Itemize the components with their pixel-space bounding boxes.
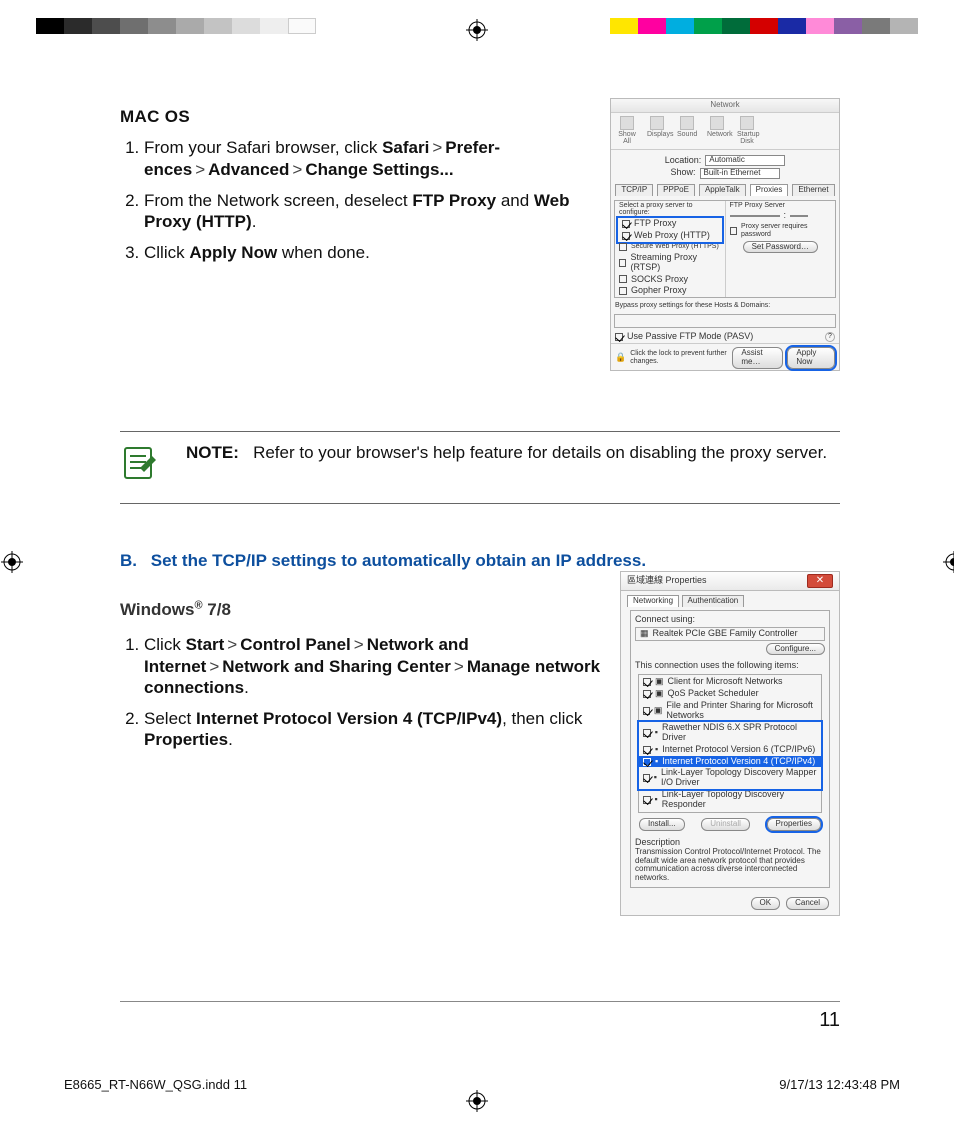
tab-tcpip[interactable]: TCP/IP [615, 184, 653, 196]
uninstall-button[interactable]: Uninstall [701, 818, 750, 831]
apply-now-button[interactable]: Apply Now [787, 347, 835, 369]
page: MAC OS From your Safari browser, click S… [0, 0, 954, 1123]
ok-button[interactable]: OK [751, 897, 781, 910]
mac-steps: From your Safari browser, click Safari>P… [120, 137, 600, 263]
list-item: Select Internet Protocol Version 4 (TCP/… [144, 708, 610, 751]
tab-proxies[interactable]: Proxies [750, 184, 789, 196]
list-item: Click Start>Control Panel>Network and In… [144, 634, 610, 698]
registration-mark-icon [943, 551, 954, 573]
configure-button[interactable]: Configure... [766, 643, 825, 656]
note-block: NOTE: Refer to your browser's help featu… [120, 431, 840, 504]
timestamp-label: 9/17/13 12:43:48 PM [779, 1077, 900, 1093]
note-text: Refer to your browser's help feature for… [253, 443, 827, 462]
set-password-button[interactable]: Set Password… [743, 241, 818, 254]
window-title: Network [611, 99, 839, 113]
tab-ethernet[interactable]: Ethernet [792, 184, 834, 196]
section-heading-b: B. Set the TCP/IP settings to automatica… [120, 550, 840, 571]
list-item: From your Safari browser, click Safari>P… [144, 137, 600, 180]
selected-ipv4-row[interactable]: ▪Internet Protocol Version 4 (TCP/IPv4) [639, 756, 821, 768]
window-title: 區域連線 Properties [627, 576, 707, 586]
win-steps: Click Start>Control Panel>Network and In… [120, 634, 610, 750]
location-select[interactable]: Automatic [705, 155, 785, 166]
lock-icon[interactable]: 🔒 [615, 353, 626, 363]
tab-appletalk[interactable]: AppleTalk [699, 184, 746, 196]
properties-button[interactable]: Properties [767, 818, 821, 831]
list-item: Cllick Apply Now when done. [144, 242, 600, 263]
registration-mark-icon [1, 551, 23, 573]
checkbox-ftp-proxy[interactable] [622, 220, 630, 228]
show-select[interactable]: Built-in Ethernet [700, 168, 780, 179]
close-icon[interactable]: ✕ [807, 574, 833, 588]
registration-mark-icon [466, 1090, 488, 1112]
cancel-button[interactable]: Cancel [786, 897, 829, 910]
registration-mark-icon [466, 19, 488, 41]
heading-windows: Windows® 7/8 [120, 599, 610, 620]
assist-button[interactable]: Assist me… [732, 347, 783, 369]
nic-icon: ▦ [640, 629, 649, 639]
figure-mac-network: Network Show All Displays Sound Network … [610, 98, 840, 371]
checkbox-web-proxy[interactable] [622, 232, 630, 240]
tab-networking[interactable]: Networking [627, 595, 679, 607]
mac-toolbar: Show All Displays Sound Network Startup … [611, 113, 839, 150]
tab-authentication[interactable]: Authentication [682, 595, 745, 607]
source-file-label: E8665_RT-N66W_QSG.indd 11 [64, 1077, 247, 1093]
tab-pppoe[interactable]: PPPoE [657, 184, 695, 196]
page-number: 11 [120, 1001, 840, 1033]
install-button[interactable]: Install... [639, 818, 685, 831]
note-icon [120, 442, 160, 487]
figure-win-properties: 區域連線 Properties ✕ Networking Authenticat… [620, 571, 840, 916]
note-label: NOTE: [186, 443, 239, 462]
list-item: From the Network screen, deselect FTP Pr… [144, 190, 600, 233]
heading-mac-os: MAC OS [120, 106, 600, 127]
